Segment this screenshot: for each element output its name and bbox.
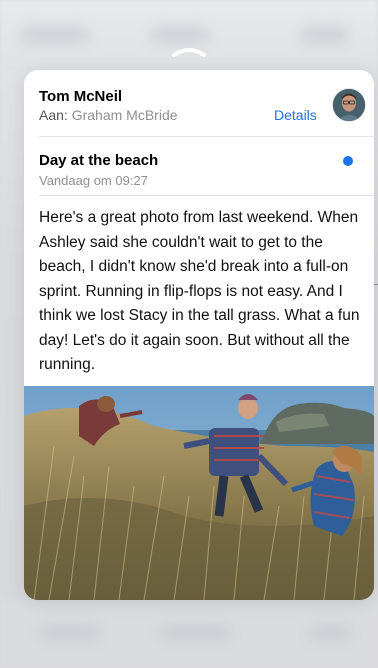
email-subject: Day at the beach [39,152,159,169]
email-header: Tom McNeil Aan: Graham McBride Details [24,70,374,136]
beach-photo [24,386,374,600]
background-bottom-bar [0,600,378,668]
avatar-portrait [333,89,365,121]
avatar[interactable] [332,88,366,122]
to-label: Aan: [39,107,68,123]
chevron-up-icon[interactable] [171,44,207,58]
subject-divider [39,195,374,196]
email-preview-card[interactable]: Tom McNeil Aan: Graham McBride Details D… [24,70,374,600]
email-body: Here's a great photo from last weekend. … [39,209,360,373]
header-divider [39,136,374,137]
unread-dot-icon [343,156,353,166]
recipient-name: Graham McBride [71,107,178,123]
recipient-line: Aan: Graham McBride [39,107,178,123]
details-link[interactable]: Details [274,107,317,123]
background-top-bar [0,0,378,70]
sender-name: Tom McNeil [39,88,123,105]
email-date: Vandaag om 09:27 [39,173,148,188]
